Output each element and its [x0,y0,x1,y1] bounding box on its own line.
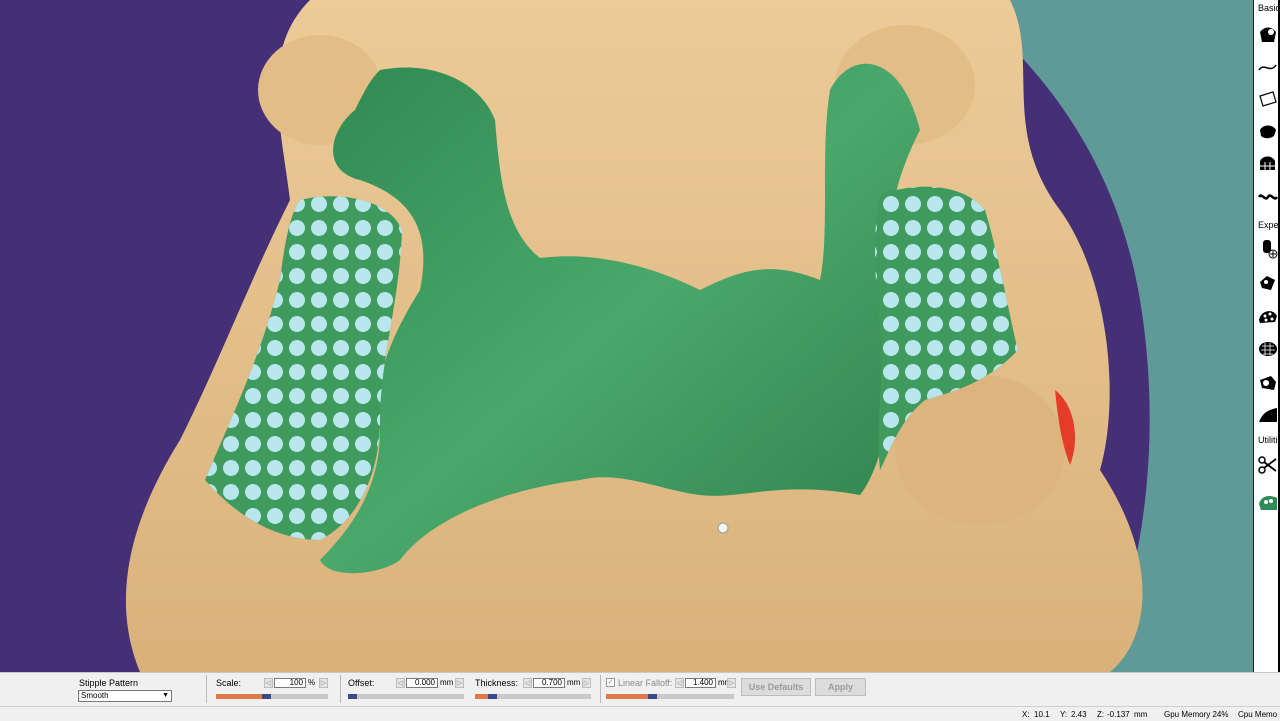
grid-shape-icon[interactable] [1257,152,1278,174]
falloff-decrement-button[interactable]: ◁ [675,678,684,688]
coord-y-value: 2.43 [1071,710,1087,719]
stipple-select[interactable]: Smooth ▼ [78,690,172,702]
wave-wire-icon[interactable] [1257,186,1278,208]
scale-unit: % [308,678,316,687]
coord-y-label: Y: [1060,710,1068,719]
relief-icon[interactable] [1257,404,1278,426]
scale-group: Scale: ◁ 100 % ▷ [215,677,335,705]
bar-icon[interactable] [1257,120,1278,142]
scale-increment-button[interactable]: ▷ [319,678,328,688]
coord-z-label: Z: [1097,710,1105,719]
scale-label: Scale: [216,678,242,688]
3d-viewport[interactable] [0,0,1253,672]
cursor-point [717,522,729,534]
offset-unit: mm [440,678,454,687]
curve-icon[interactable] [1257,56,1278,78]
section-expert: Exper [1258,220,1280,230]
thickness-group: Thickness: ◁ 0.700 mm ▷ [475,677,597,705]
chevron-down-icon: ▼ [162,692,169,699]
section-basic: Basic [1258,3,1280,13]
falloff-slider-thumb[interactable] [648,694,657,699]
scale-slider[interactable] [216,694,328,699]
scale-decrement-button[interactable]: ◁ [264,678,273,688]
falloff-label: Linear Falloff: [618,678,673,688]
bulb-add-icon[interactable] [1257,238,1278,260]
use-defaults-button[interactable]: Use Defaults [741,678,811,696]
stipple-icon[interactable] [1257,304,1278,326]
thickness-slider[interactable] [475,694,591,699]
sheet-icon[interactable] [1257,88,1278,110]
cpu-memory: Cpu Memo [1238,710,1278,719]
tool-palette: Basic Exper Utiliti [1253,0,1280,672]
mesh-icon[interactable] [1257,338,1278,360]
thickness-decrement-button[interactable]: ◁ [523,678,532,688]
thickness-unit: mm [567,678,581,687]
falloff-increment-button[interactable]: ▷ [727,678,736,688]
apply-button[interactable]: Apply [815,678,866,696]
scissors-icon[interactable] [1257,454,1278,476]
coord-x-value: 10.1 [1034,710,1050,719]
offset-slider-thumb[interactable] [348,694,357,699]
falloff-slider[interactable] [606,694,734,699]
thickness-slider-fill [475,694,488,699]
separator [600,675,601,703]
model-render [125,0,1253,672]
scale-slider-fill [216,694,262,699]
section-utilities: Utiliti [1258,435,1278,445]
control-bar: Stipple Pattern Smooth ▼ Scale: ◁ 100 % … [0,672,1280,707]
falloff-group: ✓ Linear Falloff: ◁ 1.400 mm ▷ [606,677,736,705]
offset-group: Offset: ◁ 0.000 mm ▷ [348,677,468,705]
falloff-checkbox[interactable]: ✓ [606,678,615,687]
drape-icon[interactable] [1257,24,1278,46]
offset-slider[interactable] [348,694,464,699]
offset-label: Offset: [348,678,375,688]
thickness-input[interactable]: 0.700 [533,678,565,688]
part-icon[interactable] [1257,490,1278,512]
bead-icon[interactable] [1257,372,1278,394]
coord-z-value: -0.137 [1107,710,1130,719]
thickness-increment-button[interactable]: ▷ [582,678,591,688]
status-bar: X: 10.1 Y: 2.43 Z: -0.137 mm Gpu Memory … [0,706,1280,721]
stipple-select-value: Smooth [81,691,109,700]
offset-input[interactable]: 0.000 [406,678,438,688]
separator [340,675,341,703]
gpu-memory: Gpu Memory 24% [1164,710,1229,719]
scale-slider-thumb[interactable] [262,694,271,699]
stipple-label: Stipple Pattern [79,678,139,688]
coord-unit: mm [1134,710,1148,719]
coord-x-label: X: [1022,710,1030,719]
offset-decrement-button[interactable]: ◁ [396,678,405,688]
falloff-slider-fill [606,694,648,699]
thickness-slider-thumb[interactable] [488,694,497,699]
falloff-input[interactable]: 1.400 [685,678,716,688]
separator [206,675,207,703]
retention-icon[interactable] [1257,272,1278,294]
offset-increment-button[interactable]: ▷ [455,678,464,688]
scale-input[interactable]: 100 [274,678,306,688]
thickness-label: Thickness: [475,678,519,688]
stipple-group: Stipple Pattern Smooth ▼ [78,677,208,705]
